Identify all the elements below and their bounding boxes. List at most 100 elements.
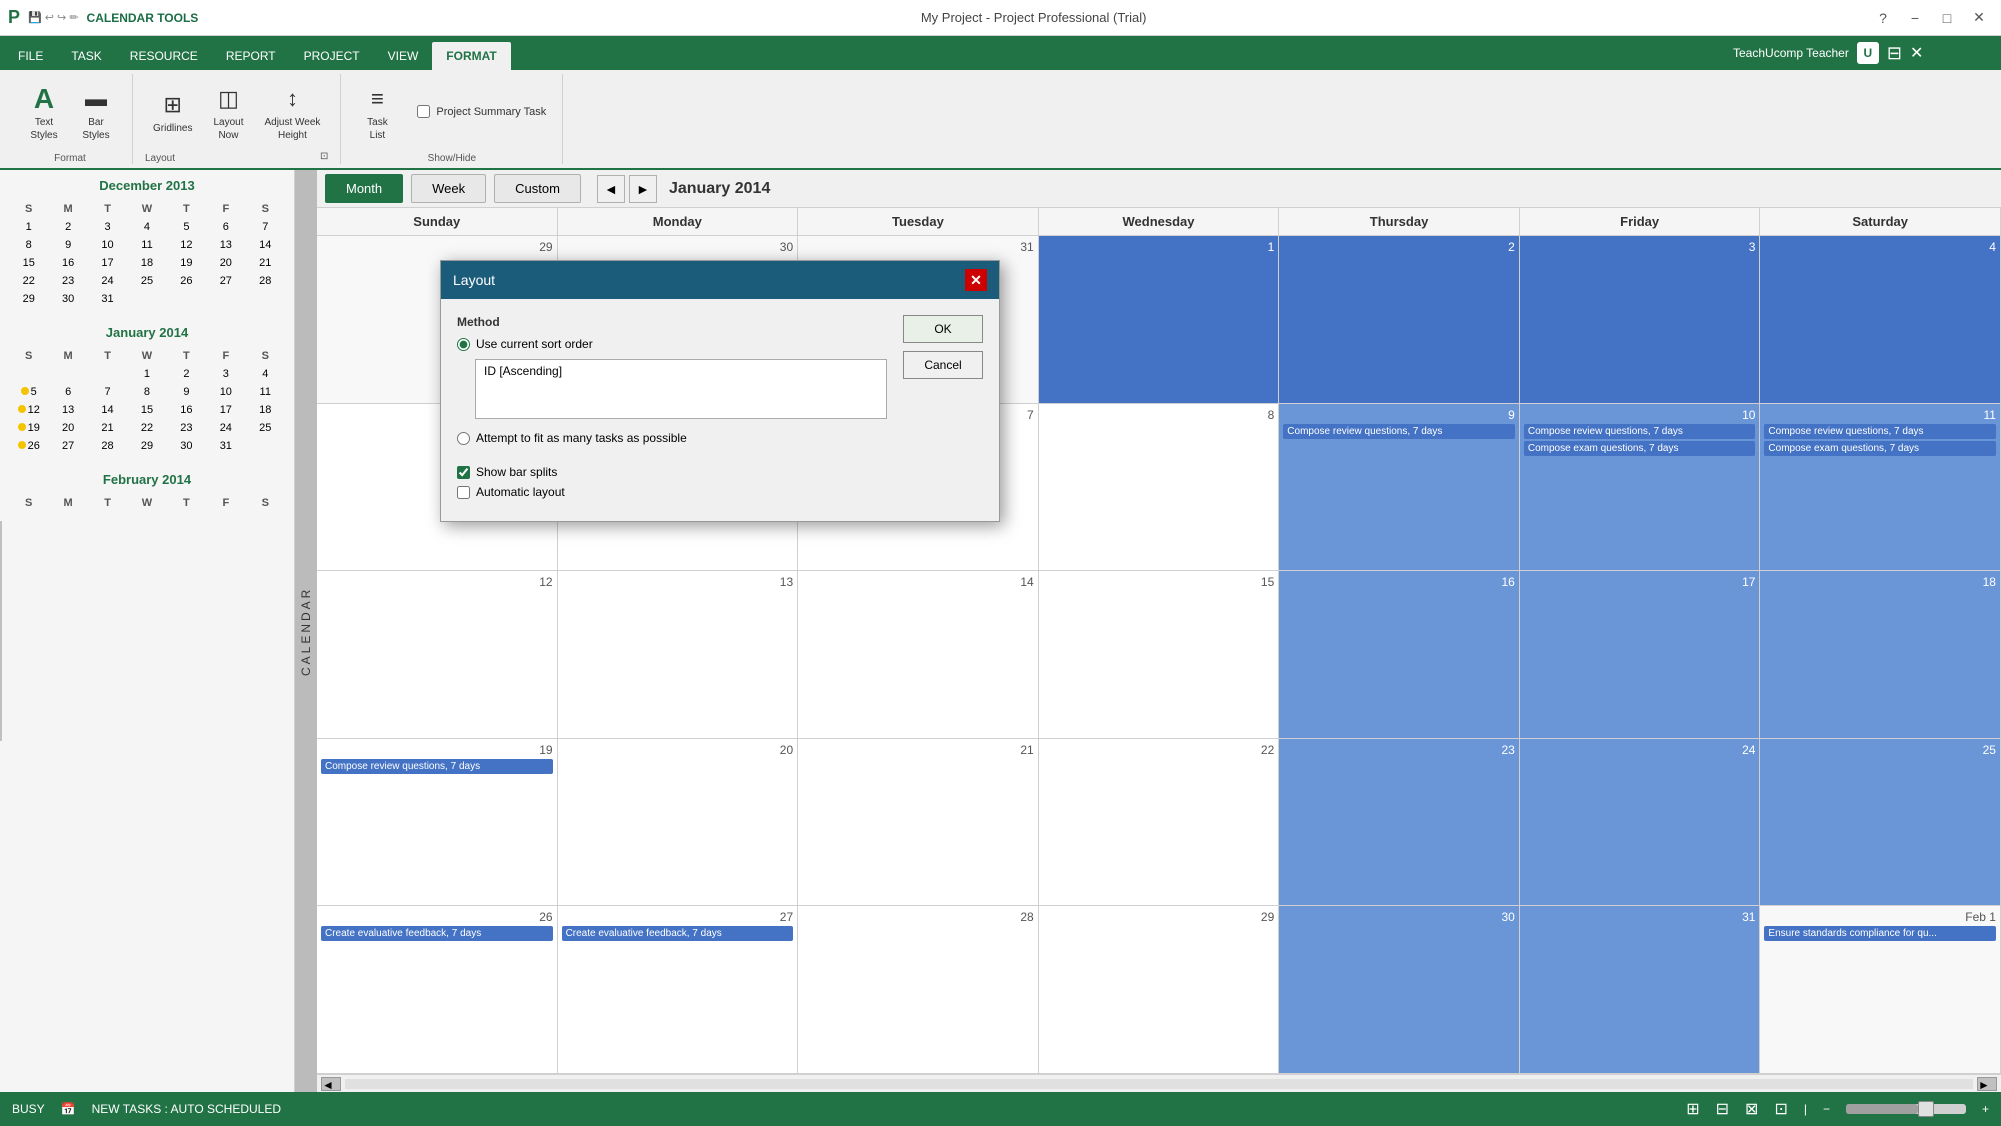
cal-day[interactable]: 8 xyxy=(10,237,47,253)
cal-day[interactable]: 18 xyxy=(247,402,284,418)
cal-day[interactable]: 20 xyxy=(49,420,86,436)
cal-day[interactable]: 7 xyxy=(89,384,126,400)
cal-day[interactable]: 2 xyxy=(168,366,205,382)
cal-day[interactable]: 10 xyxy=(207,384,244,400)
cal-day[interactable]: 28 xyxy=(89,438,126,454)
cal-day[interactable]: 26 xyxy=(168,273,205,289)
scroll-track[interactable] xyxy=(345,1079,1973,1089)
cancel-btn[interactable]: Cancel xyxy=(903,351,983,379)
task-bar[interactable]: Compose review questions, 7 days xyxy=(1524,424,1756,439)
task-bar[interactable]: Compose review questions, 7 days xyxy=(321,759,553,774)
radio1[interactable] xyxy=(457,338,470,351)
status-zoom-in[interactable]: + xyxy=(1982,1102,1989,1116)
cal-day[interactable]: 17 xyxy=(89,255,126,271)
cal-day[interactable]: 13 xyxy=(49,402,86,418)
cal-day[interactable]: 16 xyxy=(49,255,86,271)
cal-day[interactable]: 9 xyxy=(49,237,86,253)
tab-report[interactable]: REPORT xyxy=(212,42,290,70)
cal-day[interactable]: 30 xyxy=(49,291,86,307)
cal-day[interactable]: 27 xyxy=(207,273,244,289)
automatic-layout-label[interactable]: Automatic layout xyxy=(457,485,887,499)
gridlines-btn[interactable]: ⊞ Gridlines xyxy=(145,85,200,138)
show-bar-splits-checkbox[interactable] xyxy=(457,466,470,479)
close-btn[interactable]: ✕ xyxy=(1965,4,1993,32)
dialog-close-btn[interactable]: ✕ xyxy=(965,269,987,291)
task-bar[interactable]: Create evaluative feedback, 7 days xyxy=(562,926,794,941)
ok-btn[interactable]: OK xyxy=(903,315,983,343)
cal-day[interactable]: 12 xyxy=(10,402,47,418)
cal-day[interactable]: 21 xyxy=(247,255,284,271)
project-summary-checkbox-label[interactable]: Project Summary Task xyxy=(413,101,550,122)
cal-day[interactable]: 15 xyxy=(10,255,47,271)
text-styles-btn[interactable]: A Text Styles xyxy=(20,79,68,145)
week-view-btn[interactable]: Week xyxy=(411,174,486,203)
cal-day[interactable]: 4 xyxy=(247,366,284,382)
maximize-btn[interactable]: □ xyxy=(1933,4,1961,32)
cal-day[interactable]: 13 xyxy=(207,237,244,253)
tab-view[interactable]: VIEW xyxy=(374,42,433,70)
cal-day[interactable]: 17 xyxy=(207,402,244,418)
cal-day[interactable]: 25 xyxy=(247,420,284,436)
cal-day[interactable]: 23 xyxy=(49,273,86,289)
project-summary-checkbox[interactable] xyxy=(417,105,430,118)
cal-day[interactable]: 11 xyxy=(128,237,165,253)
task-bar[interactable]: Compose review questions, 7 days xyxy=(1764,424,1996,439)
layout-now-btn[interactable]: ◫ Layout Now xyxy=(204,79,252,145)
user-layout-btn[interactable]: ⊟ xyxy=(1887,43,1902,64)
cal-prev-btn[interactable]: ◄ xyxy=(597,175,625,203)
cal-day[interactable]: 26 xyxy=(10,438,47,454)
cal-day[interactable]: 14 xyxy=(89,402,126,418)
cal-day[interactable]: 21 xyxy=(89,420,126,436)
cal-day[interactable]: 12 xyxy=(168,237,205,253)
cal-day[interactable]: 29 xyxy=(128,438,165,454)
task-bar[interactable]: Compose exam questions, 7 days xyxy=(1764,441,1996,456)
tab-project[interactable]: PROJECT xyxy=(290,42,374,70)
cal-day[interactable]: 6 xyxy=(207,219,244,235)
tab-file[interactable]: FILE xyxy=(4,42,57,70)
cal-day[interactable]: 20 xyxy=(207,255,244,271)
cal-day[interactable]: 25 xyxy=(128,273,165,289)
show-bar-splits-label[interactable]: Show bar splits xyxy=(457,465,887,479)
user-close-btn[interactable]: ✕ xyxy=(1910,43,1923,63)
cal-day[interactable]: 18 xyxy=(128,255,165,271)
cal-day[interactable]: 14 xyxy=(247,237,284,253)
cal-day[interactable]: 15 xyxy=(128,402,165,418)
sort-order-listbox[interactable]: ID [Ascending] xyxy=(475,359,887,419)
bar-styles-btn[interactable]: ▬ Bar Styles xyxy=(72,79,120,145)
cal-day[interactable]: 8 xyxy=(128,384,165,400)
cal-day[interactable]: 5 xyxy=(10,384,47,400)
cal-day[interactable]: 28 xyxy=(247,273,284,289)
cal-next-btn[interactable]: ► xyxy=(629,175,657,203)
cal-day[interactable]: 24 xyxy=(89,273,126,289)
tab-resource[interactable]: RESOURCE xyxy=(116,42,212,70)
cal-day[interactable]: 1 xyxy=(128,366,165,382)
cal-day[interactable]: 11 xyxy=(247,384,284,400)
cal-day[interactable]: 23 xyxy=(168,420,205,436)
cal-day[interactable]: 4 xyxy=(128,219,165,235)
zoom-slider[interactable] xyxy=(1846,1104,1966,1114)
adjust-week-height-btn[interactable]: ↕ Adjust Week Height xyxy=(256,79,328,145)
status-zoom-out[interactable]: − xyxy=(1823,1102,1830,1116)
tab-task[interactable]: TASK xyxy=(57,42,115,70)
task-bar[interactable]: Compose review questions, 7 days xyxy=(1283,424,1515,439)
cal-day[interactable]: 9 xyxy=(168,384,205,400)
cal-day[interactable]: 19 xyxy=(168,255,205,271)
cal-day[interactable]: 2 xyxy=(49,219,86,235)
radio2-label[interactable]: Attempt to fit as many tasks as possible xyxy=(457,431,887,445)
task-bar[interactable]: Ensure standards compliance for qu... xyxy=(1764,926,1996,941)
scroll-right-btn[interactable]: ► xyxy=(1977,1077,1997,1091)
radio1-label[interactable]: Use current sort order xyxy=(457,337,887,351)
cal-day[interactable]: 31 xyxy=(207,438,244,454)
cal-day[interactable]: 3 xyxy=(89,219,126,235)
layout-expand-btn[interactable]: ⊡ xyxy=(320,151,328,162)
cal-day[interactable]: 30 xyxy=(168,438,205,454)
horizontal-scrollbar[interactable]: ◄ ► xyxy=(317,1074,2001,1092)
month-view-btn[interactable]: Month xyxy=(325,174,403,203)
cal-day[interactable]: 7 xyxy=(247,219,284,235)
cal-day[interactable]: 27 xyxy=(49,438,86,454)
layout-dialog[interactable]: Layout ✕ Method Use current sort order I… xyxy=(440,260,1000,522)
cal-day[interactable]: 3 xyxy=(207,366,244,382)
cal-day[interactable]: 6 xyxy=(49,384,86,400)
tab-format[interactable]: FORMAT xyxy=(432,42,510,70)
cal-day[interactable]: 19 xyxy=(10,420,47,436)
